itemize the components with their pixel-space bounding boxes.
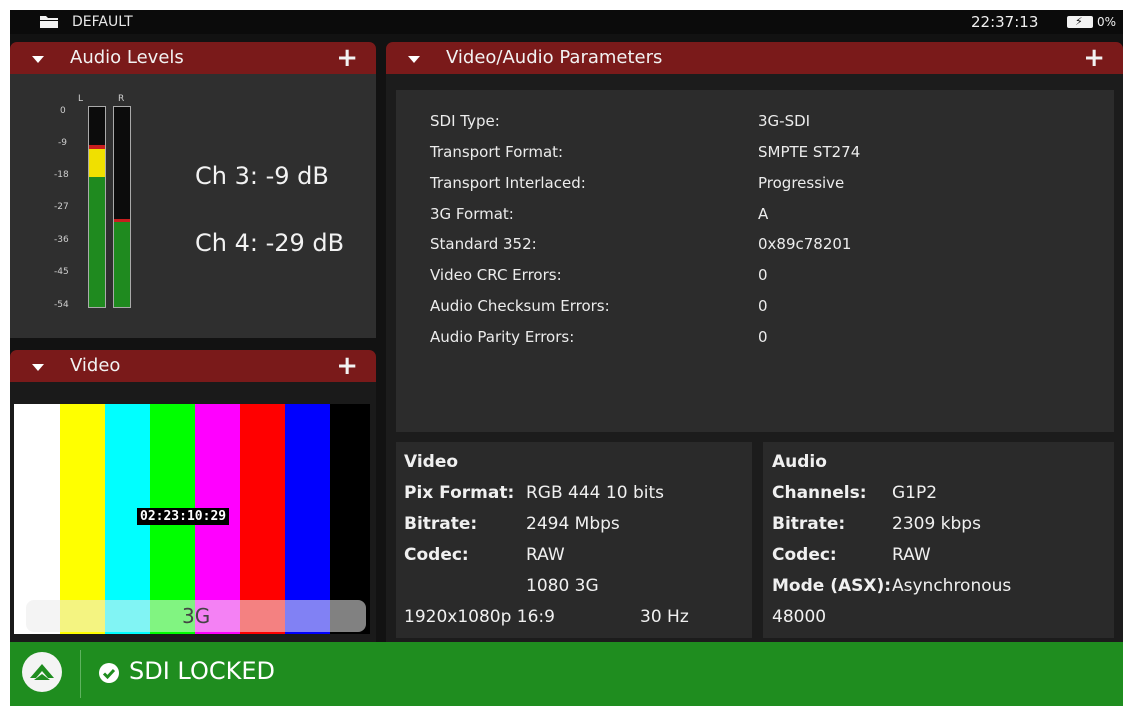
param-value: 3G-SDI bbox=[758, 112, 811, 130]
battery-icon: ⚡ bbox=[1067, 15, 1093, 28]
video-bitrate-value: 2494 Mbps bbox=[526, 514, 620, 534]
video-preview[interactable]: 02:23:10:29 3G bbox=[14, 404, 370, 634]
video-standard: 1080 3G bbox=[526, 576, 599, 596]
video-info-heading: Video bbox=[404, 452, 459, 472]
video-title: Video bbox=[70, 355, 121, 376]
check-circle-icon bbox=[99, 663, 119, 683]
audio-levels-title: Audio Levels bbox=[70, 47, 184, 68]
profile-name[interactable]: DEFAULT bbox=[72, 14, 133, 30]
folder-icon[interactable] bbox=[40, 15, 58, 28]
battery-percent: 0% bbox=[1097, 15, 1117, 29]
scale-tick: -27 bbox=[54, 202, 69, 212]
collapse-triangle-icon[interactable] bbox=[32, 56, 44, 63]
scale-tick: -36 bbox=[54, 235, 69, 245]
scale-tick: 0 bbox=[60, 106, 66, 116]
audio-bitrate-value: 2309 kbps bbox=[892, 514, 981, 534]
param-value: 0 bbox=[758, 297, 768, 315]
video-codec-value: RAW bbox=[526, 545, 565, 565]
bottom-status-bar: SDI LOCKED bbox=[10, 642, 1123, 706]
param-value: 0x89c78201 bbox=[758, 235, 852, 253]
param-label: Transport Interlaced: bbox=[430, 174, 586, 192]
video-body: 02:23:10:29 3G bbox=[10, 382, 376, 642]
add-icon[interactable]: + bbox=[336, 350, 358, 382]
audio-meter-ch4 bbox=[113, 106, 131, 308]
param-value: 0 bbox=[758, 328, 768, 346]
param-label: Standard 352: bbox=[430, 235, 537, 253]
audio-meter-ch3 bbox=[88, 106, 106, 308]
video-resolution: 1920x1080p 16:9 bbox=[404, 607, 555, 627]
collapse-triangle-icon[interactable] bbox=[32, 364, 44, 371]
analyzer-screen: DEFAULT 22:37:13 ⚡ 0% Audio Levels + L R… bbox=[10, 10, 1123, 706]
logo-mark-icon bbox=[30, 664, 54, 680]
params-header[interactable]: Video/Audio Parameters + bbox=[386, 42, 1123, 74]
param-label: 3G Format: bbox=[430, 205, 514, 223]
collapse-triangle-icon[interactable] bbox=[408, 56, 420, 63]
ch3-level: Ch 3: -9 dB bbox=[195, 162, 329, 190]
add-icon[interactable]: + bbox=[336, 42, 358, 74]
add-icon[interactable]: + bbox=[1083, 42, 1105, 74]
params-title: Video/Audio Parameters bbox=[446, 47, 663, 68]
params-list bbox=[396, 90, 1114, 432]
param-value: A bbox=[758, 205, 769, 223]
param-value: SMPTE ST274 bbox=[758, 143, 861, 161]
param-label: Video CRC Errors: bbox=[430, 266, 562, 284]
audio-sample-rate: 48000 bbox=[772, 607, 827, 627]
timecode: 02:23:10:29 bbox=[137, 508, 230, 525]
meter-yellow-zone bbox=[89, 149, 105, 177]
scale-tick: -9 bbox=[58, 138, 67, 148]
audio-bitrate-label: Bitrate: bbox=[772, 514, 846, 534]
scale-tick: -18 bbox=[54, 170, 69, 180]
meter-label-right: R bbox=[118, 94, 125, 104]
audio-levels-body: L R 0 -9 -18 -27 -36 -45 -54 Ch 3: -9 dB… bbox=[10, 74, 376, 338]
scale-tick: -54 bbox=[54, 300, 69, 310]
signal-status: SDI LOCKED bbox=[129, 657, 275, 685]
param-value: 0 bbox=[758, 266, 768, 284]
pix-format-label: Pix Format: bbox=[404, 483, 515, 503]
home-logo-icon[interactable] bbox=[22, 652, 62, 692]
param-label: Audio Checksum Errors: bbox=[430, 297, 610, 315]
meter-green-zone bbox=[89, 177, 105, 307]
param-label: SDI Type: bbox=[430, 112, 500, 130]
format-badge-label: 3G bbox=[182, 604, 211, 628]
ch4-level: Ch 4: -29 dB bbox=[195, 229, 345, 257]
format-badge: 3G bbox=[26, 600, 366, 632]
audio-info-heading: Audio bbox=[772, 452, 827, 472]
clock: 22:37:13 bbox=[971, 13, 1039, 31]
param-label: Audio Parity Errors: bbox=[430, 328, 575, 346]
param-value: Progressive bbox=[758, 174, 845, 192]
meter-green-zone bbox=[114, 222, 130, 307]
channels-label: Channels: bbox=[772, 483, 867, 503]
scale-tick: -45 bbox=[54, 267, 69, 277]
video-header[interactable]: Video + bbox=[10, 350, 376, 382]
mode-label: Mode (ASX): bbox=[772, 576, 892, 596]
top-status-bar: DEFAULT 22:37:13 ⚡ 0% bbox=[10, 10, 1123, 34]
meter-label-left: L bbox=[78, 94, 84, 104]
pix-format-value: RGB 444 10 bits bbox=[526, 483, 664, 503]
video-frame-rate: 30 Hz bbox=[640, 607, 689, 627]
audio-codec-label: Codec: bbox=[772, 545, 837, 565]
mode-value: Asynchronous bbox=[892, 576, 1012, 596]
video-bitrate-label: Bitrate: bbox=[404, 514, 478, 534]
param-label: Transport Format: bbox=[430, 143, 564, 161]
video-codec-label: Codec: bbox=[404, 545, 469, 565]
divider bbox=[80, 650, 81, 698]
audio-codec-value: RAW bbox=[892, 545, 931, 565]
channels-value: G1P2 bbox=[892, 483, 938, 503]
audio-levels-header[interactable]: Audio Levels + bbox=[10, 42, 376, 74]
